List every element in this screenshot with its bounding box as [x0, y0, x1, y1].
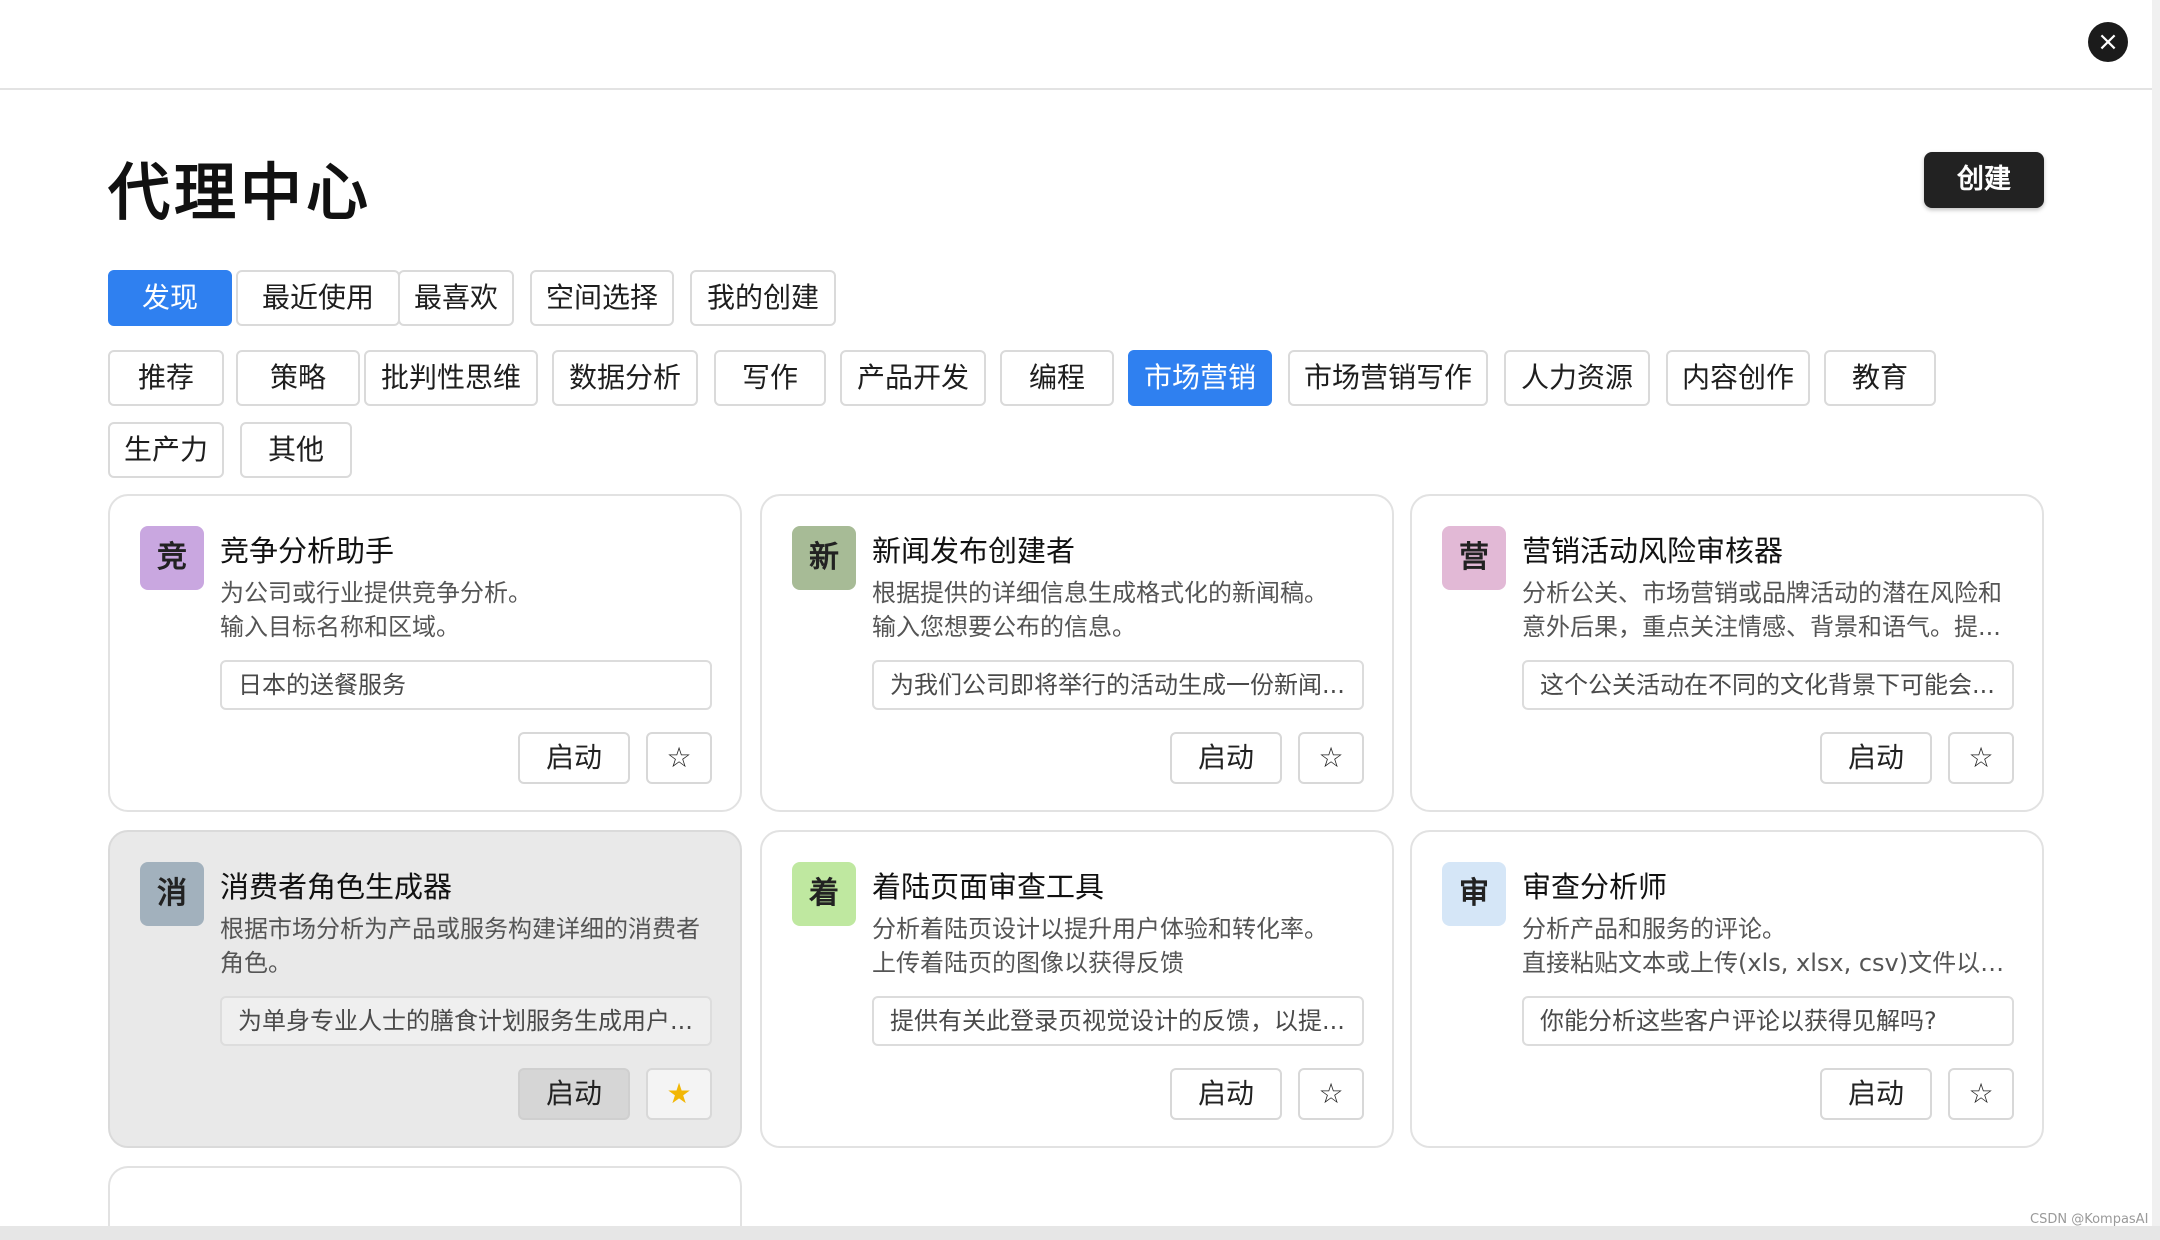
- agent-description: 为公司或行业提供竞争分析。 输入目标名称和区域。: [220, 576, 720, 644]
- launch-button[interactable]: 启动: [518, 732, 630, 784]
- create-button[interactable]: 创建: [1924, 152, 2044, 208]
- agent-description: 根据提供的详细信息生成格式化的新闻稿。 输入您想要公布的信息。: [872, 576, 1372, 644]
- agent-description-line: 为公司或行业提供竞争分析。: [220, 579, 532, 607]
- star-outline-icon: ☆: [1318, 1077, 1344, 1110]
- filter-tab[interactable]: 发现: [108, 270, 232, 326]
- category-chip[interactable]: 写作: [714, 350, 826, 406]
- category-chip[interactable]: 市场营销: [1128, 350, 1272, 406]
- agent-description: 分析产品和服务的评论。直接粘贴文本或上传(xls, xlsx, csv)文件以获…: [1522, 912, 2022, 980]
- category-chip[interactable]: 编程: [1000, 350, 1114, 406]
- agent-title: 新闻发布创建者: [872, 534, 1076, 568]
- agent-description: 根据市场分析为产品或服务构建详细的消费者 角色。: [220, 912, 720, 980]
- favorite-button[interactable]: ☆: [1298, 1068, 1364, 1120]
- agent-avatar: 新: [792, 526, 856, 590]
- agent-title: 消费者角色生成器: [220, 870, 453, 904]
- example-prompt-input[interactable]: 为我们公司即将举行的活动生成一份新闻...: [872, 660, 1364, 710]
- example-prompt-input[interactable]: 这个公关活动在不同的文化背景下可能会...: [1522, 660, 2014, 710]
- category-chip[interactable]: 数据分析: [552, 350, 698, 406]
- agent-description-line: 根据提供的详细信息生成格式化的新闻稿。: [872, 579, 1328, 607]
- launch-button[interactable]: 启动: [518, 1068, 630, 1120]
- agent-description: 分析着陆页设计以提升用户体验和转化率。 上传着陆页的图像以获得反馈: [872, 912, 1372, 980]
- watermark: CSDN @KompasAI: [2030, 1212, 2149, 1227]
- agent-description-line: 直接粘贴文本或上传(xls, xlsx, csv)文件以获...: [1522, 949, 2022, 977]
- category-chip[interactable]: 推荐: [108, 350, 224, 406]
- star-filled-icon: ★: [666, 1077, 692, 1110]
- category-chip[interactable]: 产品开发: [840, 350, 986, 406]
- example-prompt-input[interactable]: 提供有关此登录页视觉设计的反馈，以提...: [872, 996, 1364, 1046]
- category-chip[interactable]: 市场营销写作: [1288, 350, 1488, 406]
- agent-card[interactable]: 着着陆页面审查工具分析着陆页设计以提升用户体验和转化率。 上传着陆页的图像以获得反…: [760, 830, 1394, 1148]
- star-outline-icon: ☆: [666, 741, 692, 774]
- favorite-button[interactable]: ☆: [1948, 732, 2014, 784]
- agent-card[interactable]: 新新闻发布创建者根据提供的详细信息生成格式化的新闻稿。 输入您想要公布的信息。为我…: [760, 494, 1394, 812]
- filter-tab[interactable]: 空间选择: [530, 270, 674, 326]
- agent-title: 着陆页面审查工具: [872, 870, 1105, 904]
- agent-description-line: 输入您想要公布的信息。: [872, 613, 1136, 641]
- category-chip[interactable]: 生产力: [108, 422, 224, 478]
- agent-card[interactable]: 审审查分析师分析产品和服务的评论。直接粘贴文本或上传(xls, xlsx, cs…: [1410, 830, 2044, 1148]
- star-outline-icon: ☆: [1968, 1077, 1994, 1110]
- agent-avatar: 竞: [140, 526, 204, 590]
- category-chip[interactable]: 批判性思维: [364, 350, 538, 406]
- agent-description-line: 分析产品和服务的评论。: [1522, 915, 1786, 943]
- filter-tab[interactable]: 最喜欢: [398, 270, 514, 326]
- agent-description-line: 输入目标名称和区域。: [220, 613, 460, 641]
- launch-button[interactable]: 启动: [1820, 1068, 1932, 1120]
- agent-avatar: 着: [792, 862, 856, 926]
- launch-button[interactable]: 启动: [1170, 1068, 1282, 1120]
- favorite-button[interactable]: ★: [646, 1068, 712, 1120]
- page-title: 代理中心: [108, 156, 373, 229]
- agent-card[interactable]: 竞竞争分析助手为公司或行业提供竞争分析。 输入目标名称和区域。日本的送餐服务启动 ☆: [108, 494, 742, 812]
- agent-avatar: 营: [1442, 526, 1506, 590]
- launch-button[interactable]: 启动: [1170, 732, 1282, 784]
- agent-description-line: 分析公关、市场营销或品牌活动的潜在风险和: [1522, 579, 2002, 607]
- example-prompt-input[interactable]: 你能分析这些客户评论以获得见解吗?: [1522, 996, 2014, 1046]
- category-chip[interactable]: 内容创作: [1666, 350, 1810, 406]
- agent-description-line: 分析着陆页设计以提升用户体验和转化率。: [872, 915, 1328, 943]
- agent-title: 竞争分析助手: [220, 534, 395, 568]
- agent-avatar: 审: [1442, 862, 1506, 926]
- agent-description-line: 上传着陆页的图像以获得反馈: [872, 949, 1184, 977]
- category-chip[interactable]: 教育: [1824, 350, 1936, 406]
- agent-description-line: 角色。: [220, 949, 292, 977]
- agent-description: 分析公关、市场营销或品牌活动的潜在风险和 意外后果，重点关注情感、背景和语气。提.…: [1522, 576, 2022, 644]
- background-page-strip: [0, 1226, 2160, 1240]
- agent-card-partial[interactable]: [108, 1166, 742, 1226]
- agent-card[interactable]: 消消费者角色生成器根据市场分析为产品或服务构建详细的消费者 角色。为单身专业人士的…: [108, 830, 742, 1148]
- favorite-button[interactable]: ☆: [1298, 732, 1364, 784]
- close-icon: ×: [2097, 27, 2119, 57]
- star-outline-icon: ☆: [1318, 741, 1344, 774]
- modal-top-bar: ×: [0, 0, 2160, 90]
- agent-title: 审查分析师: [1522, 870, 1668, 904]
- example-prompt-input[interactable]: 日本的送餐服务: [220, 660, 712, 710]
- category-chip[interactable]: 其他: [240, 422, 352, 478]
- category-chip[interactable]: 人力资源: [1504, 350, 1650, 406]
- favorite-button[interactable]: ☆: [1948, 1068, 2014, 1120]
- filter-tab[interactable]: 最近使用: [236, 270, 400, 326]
- agent-avatar: 消: [140, 862, 204, 926]
- page-scrollbar[interactable]: [2152, 0, 2160, 1240]
- agent-description-line: 意外后果，重点关注情感、背景和语气。提...: [1522, 613, 2001, 641]
- agent-description-line: 根据市场分析为产品或服务构建详细的消费者: [220, 915, 700, 943]
- filter-tab[interactable]: 我的创建: [690, 270, 836, 326]
- agent-title: 营销活动风险审核器: [1522, 534, 1784, 568]
- star-outline-icon: ☆: [1968, 741, 1994, 774]
- launch-button[interactable]: 启动: [1820, 732, 1932, 784]
- favorite-button[interactable]: ☆: [646, 732, 712, 784]
- category-chip[interactable]: 策略: [236, 350, 360, 406]
- close-button[interactable]: ×: [2088, 22, 2128, 62]
- agent-card[interactable]: 营营销活动风险审核器分析公关、市场营销或品牌活动的潜在风险和 意外后果，重点关注情…: [1410, 494, 2044, 812]
- example-prompt-input[interactable]: 为单身专业人士的膳食计划服务生成用户...: [220, 996, 712, 1046]
